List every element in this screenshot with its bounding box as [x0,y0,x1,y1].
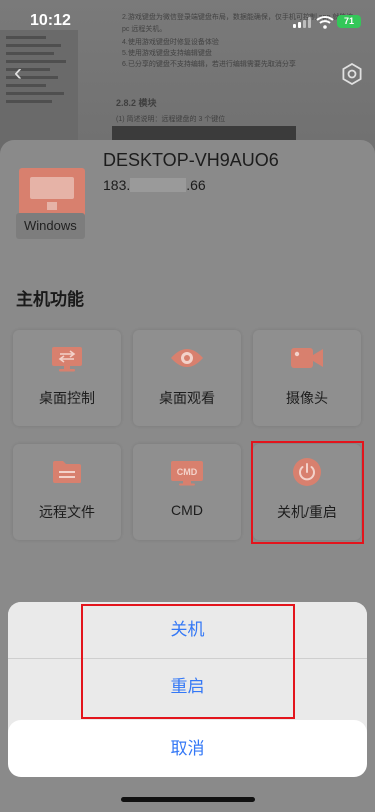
device-name: DESKTOP-VH9AUO6 [103,150,279,170]
feature-label: 桌面控制 [39,390,95,406]
wifi-icon [316,16,334,29]
feature-label: 远程文件 [39,504,95,520]
device-ip-prefix: 183. [103,177,131,193]
back-arrow-icon[interactable]: ‹ [14,61,36,85]
cmd-icon: CMD [171,461,203,486]
os-badge: Windows [16,213,85,239]
feature-remote-files[interactable]: 远程文件 [13,444,121,540]
host-detail-sheet: DESKTOP-VH9AUO6 183. .66 Windows 主机功能 桌面控… [0,140,375,812]
battery-indicator: 71 [337,15,361,28]
feature-desktop-view[interactable]: 桌面观看 [133,330,241,426]
status-bar: 10:12 71 [0,0,375,44]
cmd-icon-text: CMD [177,467,198,477]
status-time: 10:12 [30,12,71,29]
bg-doc-line: (1) 简述说明：远程键盘的 3 个键位 [116,116,226,123]
cancel-button[interactable]: 取消 [8,720,367,777]
computer-icon [19,168,85,218]
feature-cmd[interactable]: CMD CMD [133,444,241,540]
ip-redaction [130,178,187,192]
device-ip-suffix: .66 [186,177,206,193]
feature-label: CMD [171,502,203,518]
feature-label: 桌面观看 [159,390,215,406]
home-indicator [121,797,255,802]
feature-camera[interactable]: 摄像头 [253,330,361,426]
signal-icon [293,17,311,28]
device-ip: 183. .66 [103,177,206,193]
bg-doc-line: 5.使用游戏键盘支持编辑键盘 [122,50,212,57]
highlight-box [81,604,295,719]
section-title: 主机功能 [16,290,84,309]
folder-icon [53,461,81,483]
feature-desktop-control[interactable]: 桌面控制 [13,330,121,426]
desktop-control-icon [52,347,82,372]
eye-icon [171,349,203,367]
settings-gear-icon[interactable] [341,63,363,85]
feature-label: 摄像头 [286,390,328,406]
bg-doc-heading: 2.8.2 模块 [116,98,157,108]
highlight-box [251,441,364,544]
bg-doc-line: 6.已分享的键盘不支持编辑，若进行编辑需要先取消分享 [122,61,296,68]
camera-icon [291,348,323,368]
